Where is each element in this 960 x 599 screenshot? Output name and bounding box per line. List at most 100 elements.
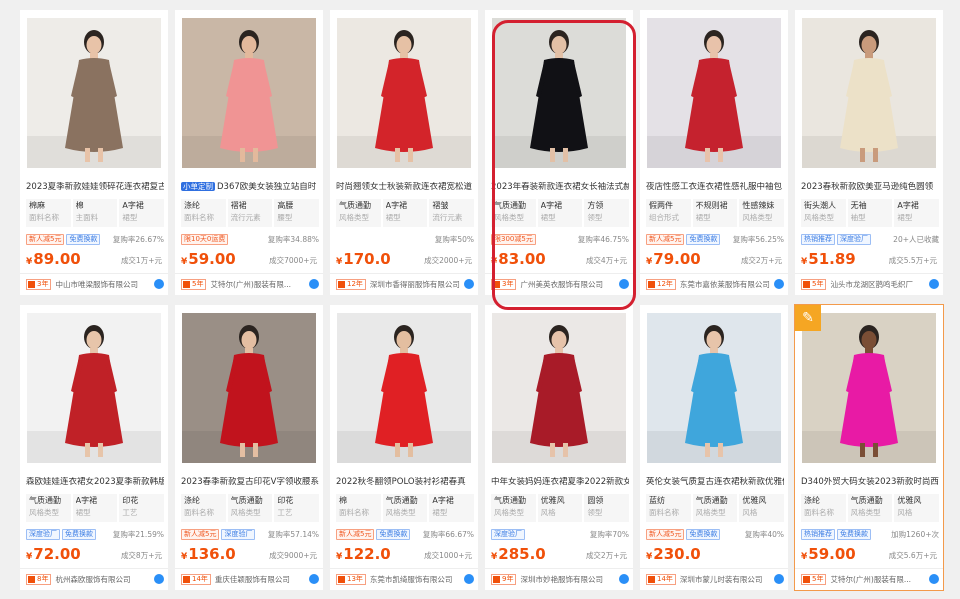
product-title[interactable]: 2022秋冬翻领POLO装衬衫裙春真: [336, 477, 474, 487]
shop-row[interactable]: 14年 重庆佳颖服饰有限公司: [181, 573, 319, 585]
shop-row[interactable]: 12年 深圳市香得丽服饰有限公司: [336, 278, 474, 290]
shop-years-badge: 12年: [646, 278, 676, 290]
shop-name[interactable]: 深圳市香得丽服饰有限公司: [370, 280, 462, 289]
product-image[interactable]: [27, 313, 161, 463]
product-title[interactable]: 中年女装妈妈连衣裙夏季2022新款女: [491, 477, 629, 487]
chat-icon[interactable]: [619, 279, 629, 289]
product-image[interactable]: [27, 18, 161, 168]
product-card[interactable]: ✎ D340外贸大码女装2023新款时尚西... 涤纶 面料名称 气质通勤 风格…: [794, 304, 944, 591]
product-title[interactable]: D340外贸大码女装2023新款时尚西...: [801, 477, 939, 487]
attribute-value: 涤纶: [184, 496, 200, 505]
shop-name[interactable]: 中山市唯梁服饰有限公司: [55, 280, 152, 289]
product-title[interactable]: 森欧娃娃连衣裙女2023夏季新款韩版: [26, 477, 164, 487]
product-card[interactable]: 夜店性感工衣连衣裙性感礼服中袖包 假两件 组合形式 不规则裙 裙型 性感辣妹 风…: [640, 10, 788, 295]
shop-name[interactable]: 汕头市龙湖区鹊鸣毛织厂: [830, 280, 927, 289]
product-image[interactable]: [337, 313, 471, 463]
shop-row[interactable]: 13年 东莞市凯绮服饰有限公司: [336, 573, 474, 585]
product-card[interactable]: 小单定制 D367欧美女装独立站自时 涤纶 面料名称 褶裙 流行元素 高腰 腰型限…: [175, 10, 323, 295]
chat-icon[interactable]: [464, 574, 474, 584]
product-card[interactable]: 2023春季新款复古印花V字领收腰系 涤纶 面料名称 气质通勤 风格类型 印花 …: [175, 305, 323, 590]
attribute-value: 气质通勤: [230, 496, 263, 505]
product-image[interactable]: [337, 18, 471, 168]
shop-name[interactable]: 东莞市凯绮服饰有限公司: [370, 575, 462, 584]
shop-name[interactable]: 重庆佳颖服饰有限公司: [215, 575, 307, 584]
attribute-key: 裙型: [432, 507, 448, 517]
price: ¥122.0: [336, 545, 391, 563]
product-title-text[interactable]: 2022秋冬翻领POLO装衬衫裙春真: [336, 477, 466, 487]
product-card[interactable]: 森欧娃娃连衣裙女2023夏季新款韩版 气质通勤 风格类型 A字裙 裙型 印花 工…: [20, 305, 168, 590]
shop-name[interactable]: 深圳市妙艳服饰有限公司: [520, 575, 617, 584]
product-title-text[interactable]: D367欧美女装独立站自时: [217, 182, 316, 192]
trust-icon: [183, 280, 190, 288]
chat-icon[interactable]: [619, 574, 629, 584]
product-title[interactable]: 2023春秋新款欧美亚马逊纯色圆领: [801, 182, 939, 192]
shop-years: 3年: [502, 279, 514, 288]
chat-icon[interactable]: [464, 279, 474, 289]
price: ¥136.0: [181, 545, 236, 563]
attribute-key: 流行元素: [230, 212, 261, 222]
product-title-text[interactable]: 森欧娃娃连衣裙女2023夏季新款韩版: [26, 477, 164, 487]
shop-name[interactable]: 东莞市嘉依莱服饰有限公司: [680, 280, 772, 289]
shop-row[interactable]: 5年 汕头市龙湖区鹊鸣毛织厂: [801, 278, 939, 290]
attribute-item: 棉 面料名称: [336, 494, 381, 522]
product-title[interactable]: 时尚翘领女士秋装新款连衣裙宽松道: [336, 182, 474, 192]
shop-row[interactable]: 9年 深圳市妙艳服饰有限公司: [491, 573, 629, 585]
product-title-text[interactable]: 英伦女装气质复古连衣裙秋新款优雅仙气: [646, 477, 784, 487]
attribute-item: A字裙 裙型: [72, 494, 118, 522]
chat-icon[interactable]: [929, 574, 939, 584]
product-title-text[interactable]: 2023年春装新款连衣裙女长袖法式赫: [491, 182, 629, 192]
product-title-text[interactable]: 夜店性感工衣连衣裙性感礼服中袖包: [646, 182, 782, 192]
product-title-text[interactable]: 时尚翘领女士秋装新款连衣裙宽松道: [336, 182, 472, 192]
attribute-key: 风格类型: [339, 212, 369, 222]
shop-row[interactable]: 3年 广州美英衣服饰有限公司: [491, 278, 629, 290]
trust-icon: [28, 575, 35, 583]
shop-name[interactable]: 杭州森欧服饰有限公司: [55, 575, 152, 584]
product-card[interactable]: 中年女装妈妈连衣裙夏季2022新款女 气质通勤 风格类型 优雅风 风格 圆领 领…: [485, 305, 633, 590]
shop-name[interactable]: 深圳市蒙儿时装有限公司: [680, 575, 772, 584]
product-title[interactable]: 2023年春装新款连衣裙女长袖法式赫: [491, 182, 629, 192]
chat-icon[interactable]: [309, 279, 319, 289]
product-image[interactable]: [492, 313, 626, 463]
shop-name[interactable]: 艾特尔(广州)服装有限...: [210, 280, 307, 289]
attribute-key: 工艺: [122, 507, 138, 517]
shop-row[interactable]: 12年 东莞市嘉依莱服饰有限公司: [646, 278, 784, 290]
product-title-text[interactable]: 2023春季新款复古印花V字领收腰系: [181, 477, 319, 487]
shop-row[interactable]: 14年 深圳市蒙儿时装有限公司: [646, 573, 784, 585]
product-title[interactable]: 2023春季新款复古印花V字领收腰系: [181, 477, 319, 487]
product-image[interactable]: [802, 18, 936, 168]
price: ¥83.00: [491, 250, 546, 268]
product-card[interactable]: 2023年春装新款连衣裙女长袖法式赫 气质通勤 风格类型 A字裙 裙型 方领 领…: [485, 10, 633, 295]
product-title-text[interactable]: D340外贸大码女装2023新款时尚西...: [801, 477, 939, 487]
product-title-text[interactable]: 2023夏季新款娃娃领碎花连衣裙复古: [26, 182, 164, 192]
product-card[interactable]: 英伦女装气质复古连衣裙秋新款优雅仙气 蓝纺 面料名称 气质通勤 风格类型 优雅风…: [640, 305, 788, 590]
shop-name[interactable]: 艾特尔(广州)服装有限...: [830, 575, 927, 584]
product-card[interactable]: 2023夏季新款娃娃领碎花连衣裙复古 棉麻 面料名称 棉 主面料 A字裙 裙型新…: [20, 10, 168, 295]
product-image[interactable]: [802, 313, 936, 463]
chat-icon[interactable]: [774, 574, 784, 584]
product-card[interactable]: 2023春秋新款欧美亚马逊纯色圆领 街头潮人 风格类型 无袖 袖型 A字裙 裙型…: [795, 10, 943, 295]
chat-icon[interactable]: [309, 574, 319, 584]
product-image[interactable]: [182, 313, 316, 463]
product-image[interactable]: [647, 313, 781, 463]
product-image[interactable]: [182, 18, 316, 168]
product-image[interactable]: [492, 18, 626, 168]
product-title[interactable]: 夜店性感工衣连衣裙性感礼服中袖包: [646, 182, 784, 192]
sales-volume: 成交1000+元: [424, 551, 472, 560]
chat-icon[interactable]: [774, 279, 784, 289]
chat-icon[interactable]: [929, 279, 939, 289]
product-card[interactable]: 时尚翘领女士秋装新款连衣裙宽松道 气质通勤 风格类型 A字裙 裙型 褶皱 流行元…: [330, 10, 478, 295]
product-image[interactable]: [647, 18, 781, 168]
shop-name[interactable]: 广州美英衣服饰有限公司: [520, 280, 617, 289]
chat-icon[interactable]: [154, 279, 164, 289]
shop-row[interactable]: 5年 艾特尔(广州)服装有限...: [801, 573, 939, 585]
product-title-text[interactable]: 中年女装妈妈连衣裙夏季2022新款女: [491, 477, 629, 487]
chat-icon[interactable]: [154, 574, 164, 584]
product-title[interactable]: 2023夏季新款娃娃领碎花连衣裙复古: [26, 182, 164, 192]
shop-row[interactable]: 5年 艾特尔(广州)服装有限...: [181, 278, 319, 290]
product-title[interactable]: 小单定制 D367欧美女装独立站自时: [181, 182, 319, 192]
shop-row[interactable]: 8年 杭州森欧服饰有限公司: [26, 573, 164, 585]
product-card[interactable]: 2022秋冬翻领POLO装衬衫裙春真 棉 面料名称 气质通勤 风格类型 A字裙 …: [330, 305, 478, 590]
shop-row[interactable]: 3年 中山市唯梁服饰有限公司: [26, 278, 164, 290]
product-title-text[interactable]: 2023春秋新款欧美亚马逊纯色圆领: [801, 182, 933, 192]
product-title[interactable]: 英伦女装气质复古连衣裙秋新款优雅仙气: [646, 477, 784, 487]
